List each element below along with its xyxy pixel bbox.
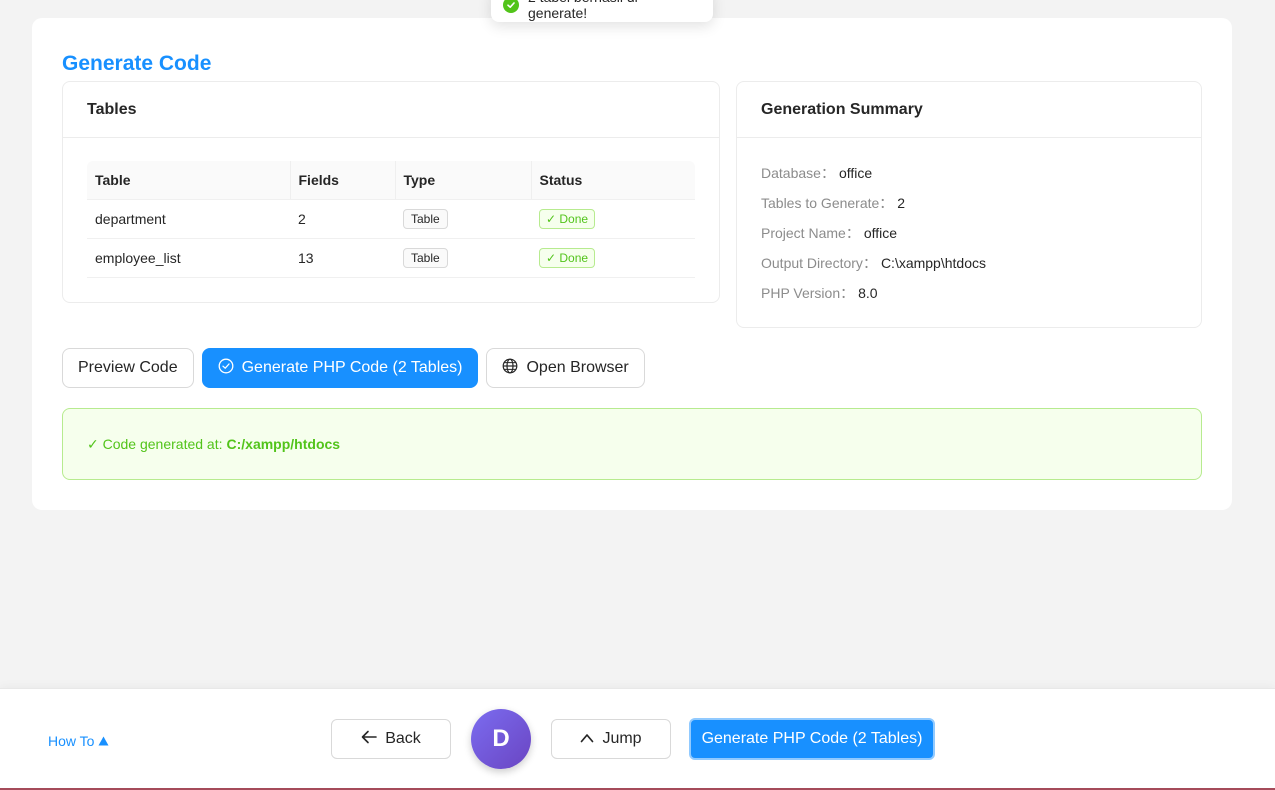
type-tag: Table bbox=[403, 247, 448, 268]
summary-label: PHP Version bbox=[761, 285, 841, 301]
jump-label: Jump bbox=[602, 730, 642, 747]
summary-value: C:\xampp\htdocs bbox=[880, 255, 986, 271]
table-row: department 2 Table ✓ Done bbox=[87, 199, 695, 239]
alert-path: C:/xampp/htdocs bbox=[226, 436, 341, 452]
summary-label: Project Name bbox=[761, 225, 846, 241]
chevron-up-icon bbox=[580, 730, 594, 748]
check-circle-icon bbox=[503, 0, 519, 13]
alert-prefix: ✓ Code generated at: bbox=[87, 435, 223, 452]
column-header-type: Type bbox=[394, 161, 531, 200]
summary-separator: ： bbox=[879, 195, 894, 211]
summary-separator: ： bbox=[862, 255, 877, 271]
globe-icon bbox=[502, 358, 518, 379]
how-to-label: How To bbox=[48, 733, 95, 749]
table-header-row: Table Fields Type Status bbox=[87, 161, 695, 200]
summary-value: 8.0 bbox=[858, 285, 878, 301]
page-title: Generate Code bbox=[62, 52, 212, 75]
summary-panel-title: Generation Summary bbox=[737, 82, 1201, 138]
status-badge: ✓ Done bbox=[539, 208, 596, 229]
summary-label: Tables to Generate bbox=[761, 195, 880, 211]
cell-table-name: department bbox=[87, 199, 290, 239]
summary-value: office bbox=[838, 165, 873, 181]
cell-table-name: employee_list bbox=[87, 238, 290, 278]
cell-type: Table bbox=[395, 199, 531, 239]
summary-value: office bbox=[863, 225, 898, 241]
summary-separator: ： bbox=[840, 285, 855, 301]
generation-summary-panel: Generation Summary Database： office Tabl… bbox=[736, 81, 1202, 328]
cell-fields: 2 bbox=[290, 199, 395, 239]
back-button[interactable]: Back bbox=[331, 719, 451, 759]
arrow-left-icon bbox=[361, 730, 378, 749]
cell-fields: 13 bbox=[290, 238, 395, 278]
tables-panel: Tables Table Fields Type Status departme… bbox=[62, 81, 720, 303]
open-browser-button[interactable]: Open Browser bbox=[486, 348, 645, 388]
column-header-status: Status bbox=[530, 161, 695, 200]
status-badge: ✓ Done bbox=[539, 247, 596, 268]
success-toast: 2 tabel berhasil di-generate! bbox=[491, 0, 713, 22]
cell-status: ✓ Done bbox=[531, 238, 695, 278]
main-card: Generate Code Tables Table Fields Type S… bbox=[32, 18, 1232, 510]
summary-list: Database： office Tables to Generate： 2 P… bbox=[737, 138, 1201, 308]
tables-table: Table Fields Type Status department 2 Ta… bbox=[87, 161, 695, 278]
summary-label: Output Directory bbox=[761, 255, 863, 271]
triangle-up-icon bbox=[98, 733, 109, 749]
how-to-link[interactable]: How To bbox=[48, 733, 109, 749]
summary-label: Database bbox=[761, 165, 821, 181]
type-tag: Table bbox=[403, 208, 448, 229]
preview-code-label: Preview Code bbox=[78, 359, 178, 376]
summary-item-tables: Tables to Generate： 2 bbox=[761, 188, 1177, 218]
summary-value: 2 bbox=[897, 195, 906, 211]
summary-item-php-version: PHP Version： 8.0 bbox=[761, 278, 1177, 308]
footer-bar: How To Back D Jump Generate PHP Code (2 … bbox=[0, 688, 1275, 790]
column-header-fields: Fields bbox=[289, 161, 395, 200]
summary-item-project-name: Project Name： office bbox=[761, 218, 1177, 248]
action-bar: Preview Code Generate PHP Code (2 Tables… bbox=[62, 348, 645, 388]
column-header-table: Table bbox=[87, 161, 290, 200]
footer-generate-button[interactable]: Generate PHP Code (2 Tables) bbox=[689, 718, 935, 760]
table-row: employee_list 13 Table ✓ Done bbox=[87, 238, 695, 278]
avatar[interactable]: D bbox=[471, 709, 531, 769]
cell-status: ✓ Done bbox=[531, 199, 695, 239]
generate-php-code-button[interactable]: Generate PHP Code (2 Tables) bbox=[201, 348, 479, 388]
cell-type: Table bbox=[395, 238, 531, 278]
summary-separator: ： bbox=[820, 165, 835, 181]
generate-php-code-label: Generate PHP Code (2 Tables) bbox=[241, 359, 463, 376]
success-alert: ✓ Code generated at: C:/xampp/htdocs bbox=[62, 408, 1202, 480]
tables-panel-title: Tables bbox=[63, 82, 719, 138]
summary-separator: ： bbox=[845, 225, 860, 241]
back-label: Back bbox=[385, 730, 421, 747]
preview-code-button[interactable]: Preview Code bbox=[62, 348, 194, 388]
summary-item-database: Database： office bbox=[761, 158, 1177, 188]
footer-generate-label: Generate PHP Code (2 Tables) bbox=[701, 730, 923, 747]
toast-message: 2 tabel berhasil di-generate! bbox=[528, 0, 642, 21]
check-circle-outline-icon bbox=[218, 358, 234, 379]
open-browser-label: Open Browser bbox=[526, 359, 629, 376]
summary-item-output-directory: Output Directory： C:\xampp\htdocs bbox=[761, 248, 1177, 278]
jump-button[interactable]: Jump bbox=[551, 719, 671, 759]
